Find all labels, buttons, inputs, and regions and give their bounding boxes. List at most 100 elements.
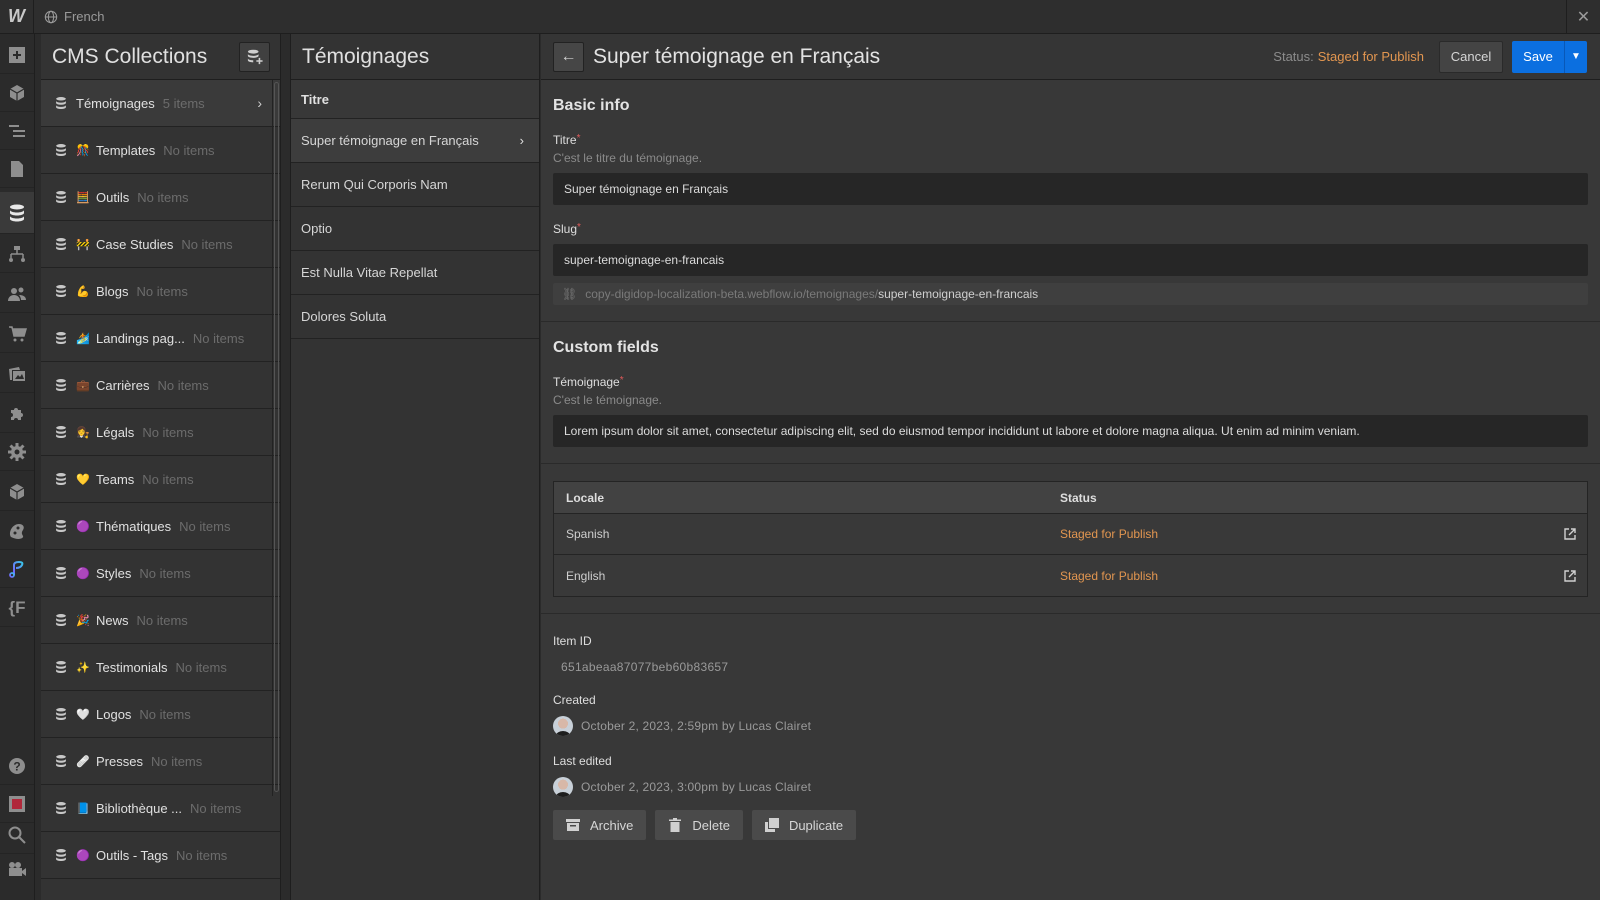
collection-item[interactable]: 🟣 Styles No items (41, 550, 280, 597)
duplicate-button[interactable]: Duplicate (751, 810, 857, 840)
collection-item[interactable]: 🟣 Outils - Tags No items (41, 832, 280, 879)
last-edited-value: October 2, 2023, 3:00pm by Lucas Clairet (581, 780, 812, 794)
link-icon: ⛓ (562, 287, 578, 301)
required-marker: * (577, 222, 581, 233)
collection-entry-row[interactable]: Super témoignage en Français › (291, 119, 539, 163)
close-icon: ✕ (1576, 9, 1591, 26)
pages-icon[interactable] (0, 150, 34, 188)
arrow-left-icon: ← (560, 47, 577, 65)
collection-entry-row[interactable]: Est Nulla Vitae Repellat (291, 251, 539, 295)
collection-item[interactable]: 🧮 Outils No items (41, 174, 280, 221)
required-marker: * (619, 375, 624, 386)
collection-count: No items (150, 753, 203, 769)
slug-input[interactable]: super-temoignage-en-francais (553, 244, 1588, 276)
collection-item[interactable]: 💼 Carrières No items (41, 362, 280, 409)
item-id-value: 651abeaa87077beb60b83657 (561, 660, 729, 674)
close-button[interactable]: ✕ (1566, 0, 1600, 34)
titre-input[interactable]: Super témoignage en Français (553, 173, 1588, 205)
collection-item[interactable]: 💪 Blogs No items (41, 268, 280, 315)
collection-name: Testimonials (96, 659, 168, 675)
collection-entry-row[interactable]: Rerum Qui Corporis Nam (291, 163, 539, 207)
help-icon[interactable]: ? (0, 747, 34, 785)
external-link-icon[interactable] (1553, 528, 1587, 540)
style-palette-icon[interactable] (0, 512, 34, 550)
collection-entry-row[interactable]: Dolores Soluta (291, 295, 539, 339)
locale-status: Staged for Publish (1060, 568, 1159, 583)
navigator-icon[interactable] (0, 112, 34, 150)
slug-url-preview[interactable]: ⛓ copy-digidop-localization-beta.webflow… (553, 283, 1588, 305)
top-bar: W French ✕ (0, 0, 1600, 34)
webflow-logo[interactable]: W (0, 0, 34, 34)
collection-name: Landings pag... (96, 330, 185, 346)
app-extension-icon[interactable] (0, 550, 34, 588)
cms-header: CMS Collections (41, 34, 280, 80)
collection-emoji-icon: 💪 (76, 285, 90, 298)
save-options-dropdown[interactable]: ▼ (1565, 40, 1587, 73)
collection-item[interactable]: 🎉 News No items (41, 597, 280, 644)
apps-icon[interactable] (0, 395, 34, 433)
add-collection-button[interactable] (239, 41, 270, 72)
finsweet-icon[interactable]: {F (0, 589, 34, 627)
last-edited-label: Last edited (553, 754, 612, 768)
entry-title: Dolores Soluta (301, 309, 387, 324)
required-marker: * (576, 133, 581, 144)
collection-name: Templates (96, 142, 156, 158)
logic-icon[interactable] (0, 235, 34, 273)
collection-name: Outils - Tags (96, 847, 169, 863)
collection-item[interactable]: 👩‍⚖️ Légals No items (41, 409, 280, 456)
add-panel-icon[interactable] (0, 36, 34, 74)
collection-emoji-icon: ✨ (76, 661, 90, 674)
collection-scrollbar[interactable] (272, 80, 280, 796)
status-column-header: Status (1060, 490, 1097, 505)
users-icon[interactable] (0, 275, 34, 313)
collection-item[interactable]: 🚧 Case Studies No items (41, 221, 280, 268)
last-edited-info: October 2, 2023, 3:00pm by Lucas Clairet (553, 777, 1588, 797)
external-link-icon[interactable] (1553, 569, 1587, 582)
temoignage-input[interactable]: Lorem ipsum dolor sit amet, consectetur … (553, 415, 1588, 447)
collection-item[interactable]: 🎊 Templates No items (41, 127, 280, 174)
collection-count: No items (136, 612, 188, 628)
column-header-titre[interactable]: Titre (291, 80, 539, 119)
locale-row: Spanish Staged for Publish (554, 514, 1587, 555)
collection-item[interactable]: ✨ Testimonials No items (41, 644, 280, 691)
libraries-icon[interactable] (0, 473, 34, 511)
collection-count: No items (136, 283, 188, 299)
database-icon (54, 190, 68, 204)
collection-count: No items (163, 142, 215, 158)
collection-item[interactable]: 🩹 Presses No items (41, 738, 280, 785)
collection-count: No items (175, 659, 227, 675)
entry-title: Optio (301, 221, 333, 236)
collection-entry-row[interactable]: Optio (291, 207, 539, 251)
entry-title: Rerum Qui Corporis Nam (301, 177, 448, 192)
assets-icon[interactable] (0, 355, 34, 393)
cms-icon[interactable] (0, 192, 34, 234)
chevron-right-icon: › (257, 95, 262, 111)
archive-label: Archive (590, 817, 634, 833)
collection-item[interactable]: Témoignages 5 items › (41, 80, 280, 127)
locale-switcher[interactable]: French (44, 9, 104, 24)
ecommerce-icon[interactable] (0, 315, 34, 353)
trash-icon (669, 818, 682, 832)
back-button[interactable]: ← (553, 41, 584, 72)
titre-label-text: Titre (553, 133, 577, 147)
components-icon[interactable] (0, 74, 34, 112)
collection-emoji-icon: 🟣 (76, 567, 90, 580)
database-icon (54, 237, 68, 251)
collection-item[interactable]: 🏄 Landings pag... No items (41, 315, 280, 362)
locale-row: English Staged for Publish (554, 555, 1587, 596)
collection-item[interactable]: 💛 Teams No items (41, 456, 280, 503)
save-button[interactable]: Save (1512, 40, 1565, 73)
collection-item[interactable]: 🤍 Logos No items (41, 691, 280, 738)
collection-item[interactable]: 📘 Bibliothèque ... No items (41, 785, 280, 832)
delete-button[interactable]: Delete (655, 810, 743, 840)
locale-column-header: Locale (566, 490, 605, 505)
collection-emoji-icon: 🎊 (76, 144, 90, 157)
collection-count: 5 items (162, 95, 205, 111)
video-tutorials-icon[interactable] (0, 849, 34, 887)
duplicate-icon (764, 818, 779, 832)
archive-button[interactable]: Archive (553, 810, 647, 840)
collection-emoji-icon: 🧮 (76, 191, 90, 204)
collection-item[interactable]: 🟣 Thématiques No items (41, 503, 280, 550)
cancel-button[interactable]: Cancel (1439, 40, 1503, 73)
settings-icon[interactable] (0, 433, 34, 471)
